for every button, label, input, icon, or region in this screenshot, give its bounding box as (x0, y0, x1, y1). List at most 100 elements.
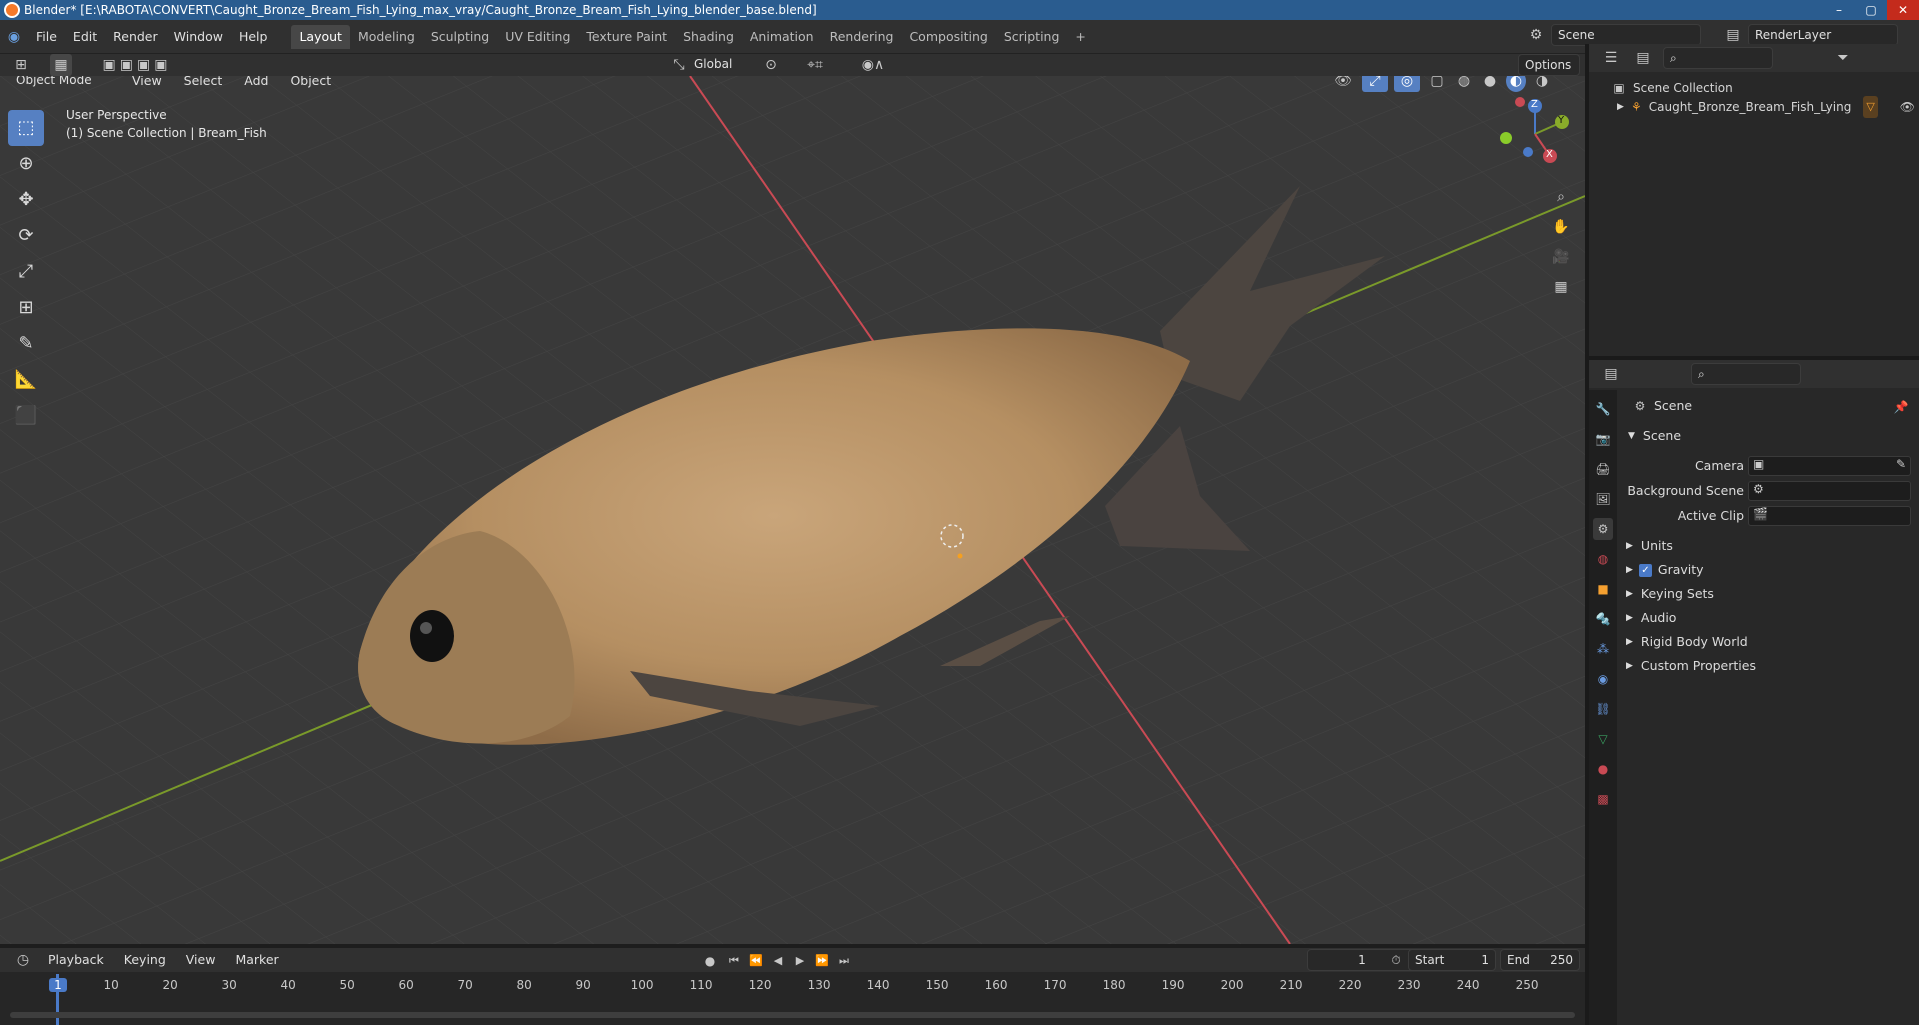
physics-tab-icon[interactable]: ◉ (1593, 668, 1613, 690)
rotate-tool-icon[interactable]: ⟳ (8, 218, 44, 254)
pivot-point-icon[interactable]: ⊙ (756, 54, 786, 76)
timeline-menu-marker[interactable]: Marker (227, 949, 286, 971)
output-tab-icon[interactable]: 🖨 (1593, 458, 1613, 480)
end-frame-field[interactable]: End 250 (1500, 949, 1580, 971)
camera-field[interactable]: ▣ ✎ (1748, 456, 1911, 476)
next-keyframe-icon[interactable]: ⏩ (814, 950, 830, 972)
audio-panel[interactable]: ▶ Audio (1626, 608, 1676, 628)
tab-rendering[interactable]: Rendering (822, 25, 902, 49)
camera-view-icon[interactable]: 🎥 (1550, 246, 1572, 268)
transform-orientation-icon[interactable]: ⤡ (670, 54, 688, 76)
clock-icon[interactable]: ⏱ (1386, 949, 1406, 971)
outliner-editor-icon[interactable]: ☰ (1599, 47, 1623, 69)
display-mode-icon[interactable]: ▤ (1631, 47, 1655, 69)
measure-tool-icon[interactable]: 📐 (8, 362, 44, 398)
outliner-search-input[interactable]: ⌕ (1663, 47, 1773, 69)
tab-compositing[interactable]: Compositing (901, 25, 995, 49)
proportional-edit-icon[interactable]: ◉∧ (848, 54, 898, 76)
play-reverse-icon[interactable]: ◀ (770, 950, 786, 972)
tab-layout[interactable]: Layout (291, 24, 350, 49)
scene-panel-header[interactable]: ▼ Scene (1628, 426, 1681, 446)
object-data-icon[interactable]: ▽ (1863, 96, 1878, 118)
tab-animation[interactable]: Animation (742, 25, 822, 49)
jump-start-icon[interactable]: ⏮ (726, 950, 742, 972)
scene-tab-icon[interactable]: ⚙ (1593, 518, 1613, 540)
object-tab-icon[interactable]: ■ (1593, 578, 1613, 600)
pan-hand-icon[interactable]: ✋ (1550, 216, 1572, 238)
custom-properties-panel[interactable]: ▶ Custom Properties (1626, 656, 1756, 676)
pin-icon[interactable]: 📌 (1892, 396, 1910, 418)
view-layer-icon[interactable]: ▤ (1722, 24, 1744, 46)
menu-render[interactable]: Render (105, 26, 166, 48)
menu-file[interactable]: File (28, 26, 65, 48)
move-tool-icon[interactable]: ✥ (8, 182, 44, 218)
cursor-tool-icon[interactable]: ⊕ (8, 146, 44, 182)
units-panel[interactable]: ▶ Units (1626, 536, 1673, 556)
overlays-icon[interactable]: ◎ (1394, 76, 1420, 92)
keying-sets-panel[interactable]: ▶ Keying Sets (1626, 584, 1714, 604)
menu-edit[interactable]: Edit (65, 26, 105, 48)
texture-tab-icon[interactable]: ▩ (1593, 788, 1613, 810)
add-cube-tool-icon[interactable]: ⬛ (8, 398, 44, 434)
filter-icon[interactable]: ⏷ (1831, 47, 1855, 69)
menu-help[interactable]: Help (231, 26, 276, 48)
select-mode-icons[interactable]: ▣▣▣▣ (92, 54, 182, 76)
gravity-panel[interactable]: ▶ ✓ Gravity (1626, 560, 1704, 580)
properties-search-input[interactable]: ⌕ (1691, 363, 1801, 385)
gravity-checkbox[interactable]: ✓ (1638, 563, 1652, 577)
view-layer-tab-icon[interactable]: 🖼 (1593, 488, 1613, 510)
tab-texture-paint[interactable]: Texture Paint (578, 25, 675, 49)
rigid-body-world-panel[interactable]: ▶ Rigid Body World (1626, 632, 1748, 652)
material-tab-icon[interactable]: ● (1593, 758, 1613, 780)
outliner-item[interactable]: ▶ ⚘ Caught_Bronze_Bream_Fish_Lying ▽ 👁 (1617, 96, 1915, 118)
minimize-button[interactable]: – (1823, 0, 1855, 20)
visibility-eye-icon[interactable]: 👁 (1900, 96, 1915, 118)
scene-selector[interactable]: Scene (1551, 24, 1701, 46)
background-scene-field[interactable]: ⚙ (1748, 481, 1911, 501)
world-tab-icon[interactable]: ◍ (1593, 548, 1613, 570)
transform-orientation-dropdown[interactable]: Global (688, 54, 746, 76)
active-clip-field[interactable]: 🎬 (1748, 506, 1911, 526)
annotate-tool-icon[interactable]: ✎ (8, 326, 44, 362)
tool-tab-icon[interactable]: 🔧 (1593, 398, 1613, 420)
viewport-menu-select[interactable]: Select (176, 76, 231, 92)
editor-type-icon[interactable]: ⊞ (8, 54, 34, 76)
timeline-menu-keying[interactable]: Keying (116, 949, 174, 971)
add-workspace-button[interactable]: + (1067, 25, 1093, 49)
modifier-tab-icon[interactable]: 🔩 (1593, 608, 1613, 630)
render-tab-icon[interactable]: 📷 (1593, 428, 1613, 450)
rendered-shading-icon[interactable]: ◑ (1532, 76, 1552, 92)
start-frame-field[interactable]: Start 1 (1408, 949, 1496, 971)
tab-scripting[interactable]: Scripting (996, 25, 1068, 49)
solid-shading-icon[interactable]: ● (1480, 76, 1500, 92)
maximize-button[interactable]: ▢ (1855, 0, 1887, 20)
constraints-tab-icon[interactable]: ⛓ (1593, 698, 1613, 720)
3d-viewport[interactable]: User Perspective (1) Scene Collection | … (0, 76, 1585, 944)
timeline-menu-view[interactable]: View (178, 949, 224, 971)
menu-window[interactable]: Window (166, 26, 231, 48)
tab-shading[interactable]: Shading (675, 25, 742, 49)
timeline-editor-icon[interactable]: ◷ (10, 949, 36, 971)
data-tab-icon[interactable]: ▽ (1593, 728, 1613, 750)
tab-uv-editing[interactable]: UV Editing (497, 25, 578, 49)
jump-end-icon[interactable]: ⏭ (836, 950, 852, 972)
select-tool-icon[interactable]: ⬚ (8, 110, 44, 146)
tab-sculpting[interactable]: Sculpting (423, 25, 497, 49)
scale-tool-icon[interactable]: ⤢ (8, 254, 44, 290)
viewport-menu-view[interactable]: View (124, 76, 170, 92)
snap-icon[interactable]: ⌖⌗ (790, 54, 840, 76)
tab-modeling[interactable]: Modeling (350, 25, 423, 49)
select-box-icon[interactable]: ▦ (50, 54, 72, 76)
options-dropdown[interactable]: Options (1518, 54, 1580, 76)
timeline-menu-playback[interactable]: Playback (40, 949, 112, 971)
play-icon[interactable]: ▶ (792, 950, 808, 972)
wireframe-shading-icon[interactable]: ◍ (1454, 76, 1474, 92)
view-layer-selector[interactable]: RenderLayer (1748, 24, 1898, 46)
viewport-menu-object[interactable]: Object (282, 76, 339, 92)
expand-arrow-icon[interactable]: ▶ (1617, 102, 1624, 112)
gizmo-toggle-icon[interactable]: ⤢ (1362, 76, 1388, 92)
visibility-icon[interactable]: 👁 (1330, 76, 1356, 92)
properties-editor-icon[interactable]: ▤ (1599, 363, 1623, 385)
material-shading-icon[interactable]: ◐ (1506, 76, 1526, 92)
viewport-menu-add[interactable]: Add (236, 76, 276, 92)
